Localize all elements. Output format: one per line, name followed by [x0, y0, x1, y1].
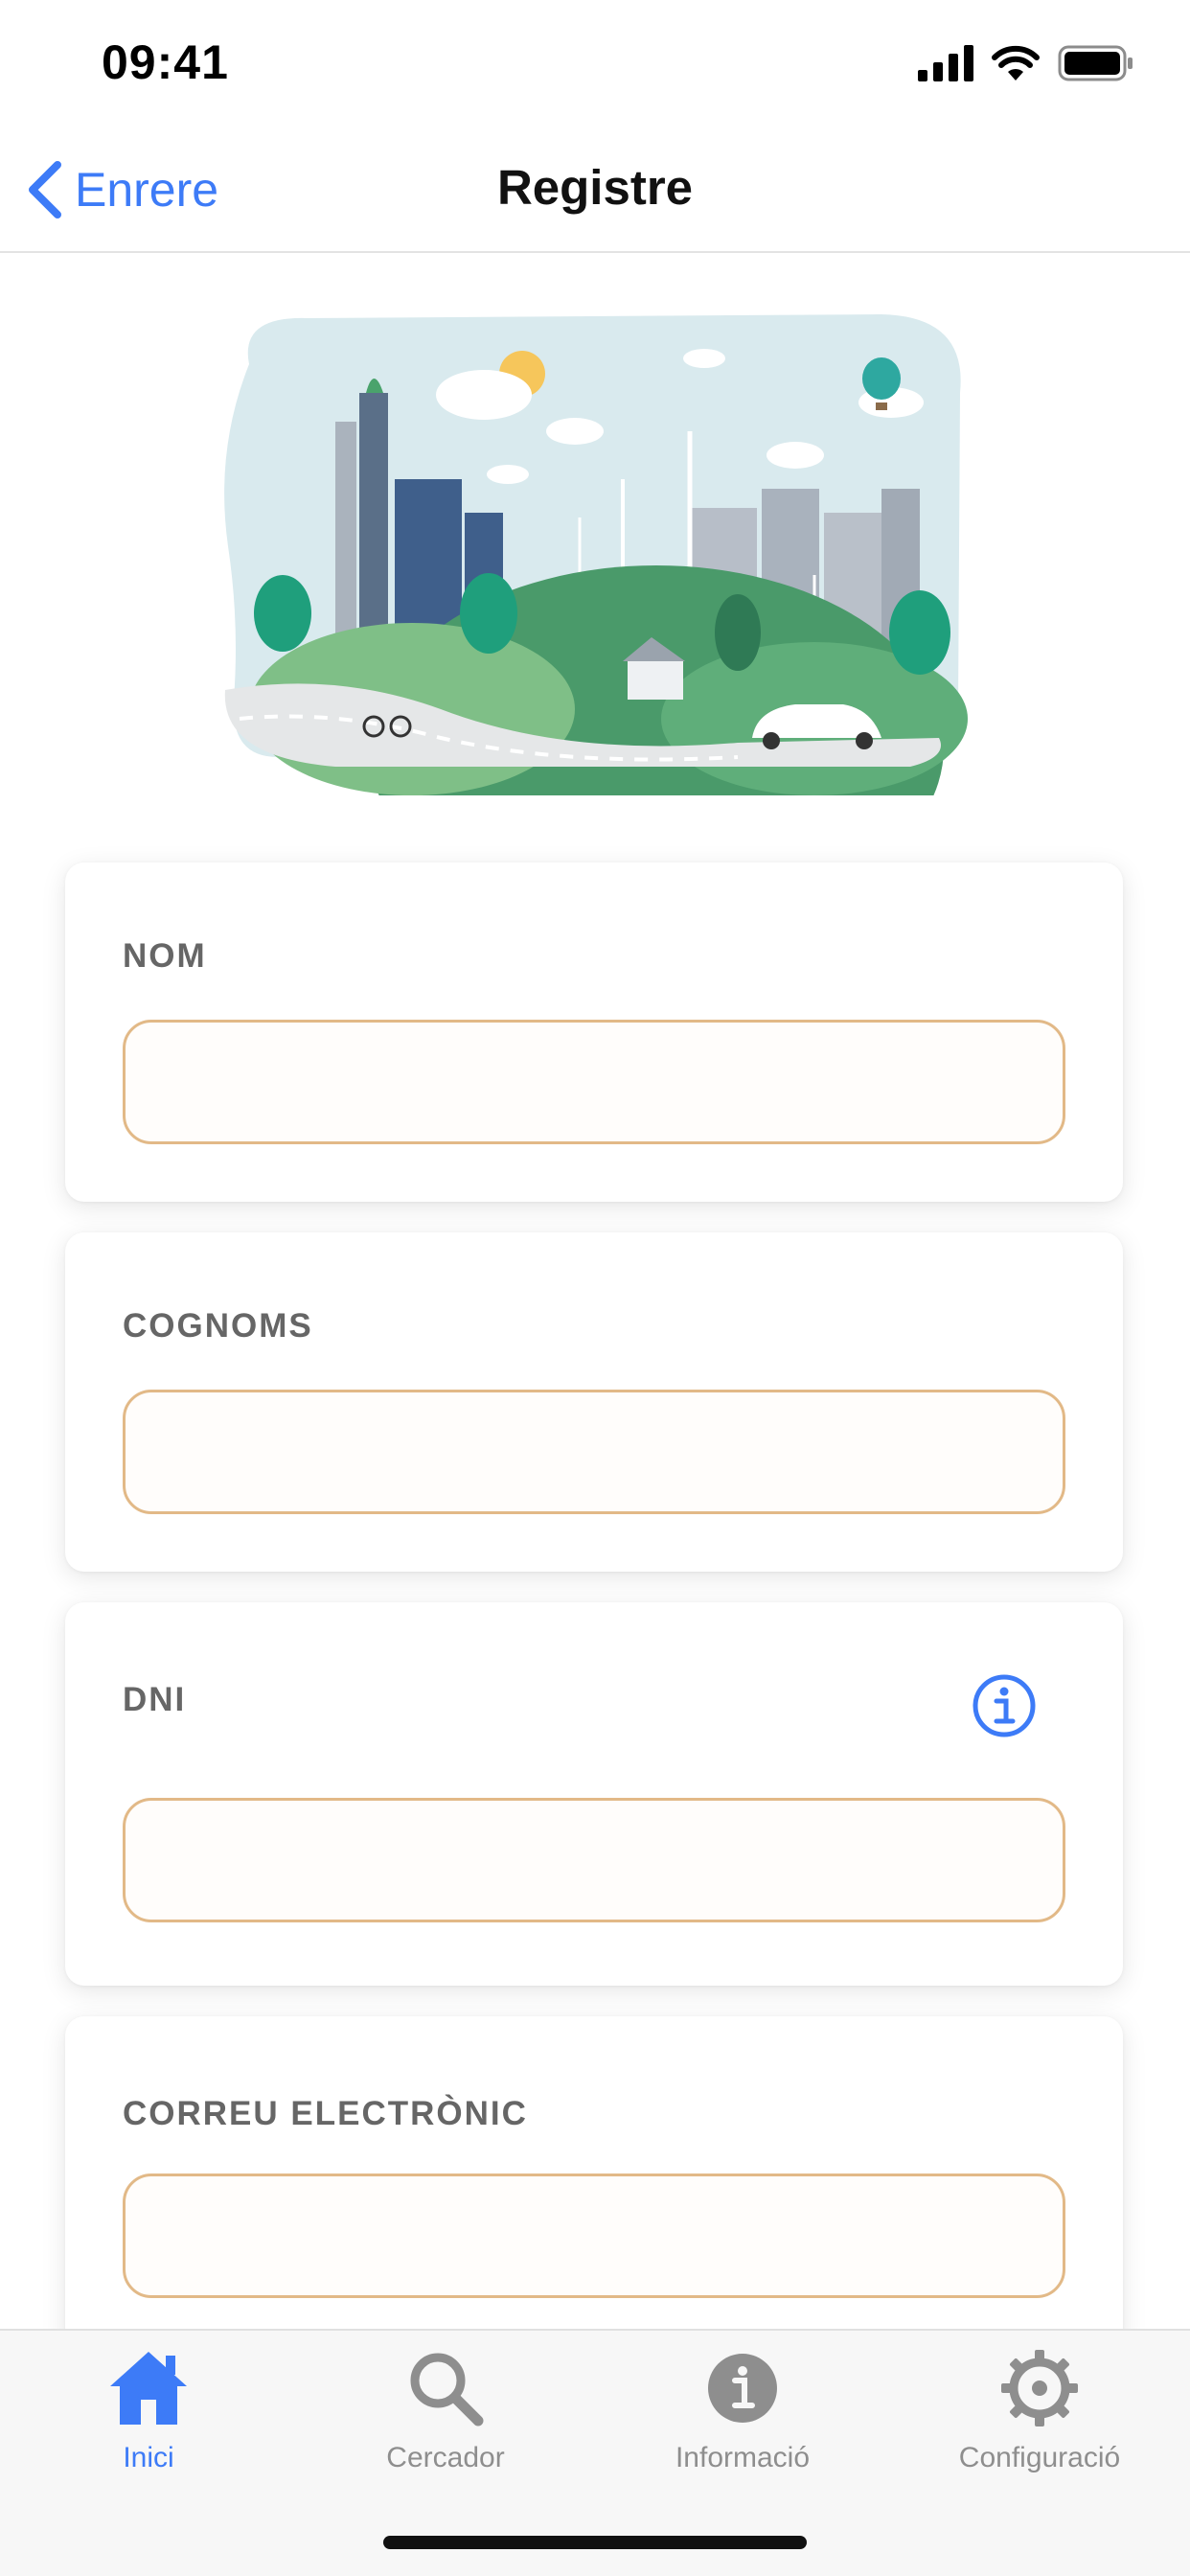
status-icons — [918, 44, 1134, 82]
email-input[interactable] — [123, 2174, 1065, 2298]
tab-info[interactable]: Informació — [594, 2344, 891, 2497]
dni-input[interactable] — [123, 1798, 1065, 1922]
info-icon[interactable] — [972, 1673, 1037, 1738]
page-title: Registre — [496, 160, 694, 215]
search-icon — [410, 2353, 484, 2426]
tab-info-label: Informació — [675, 2442, 811, 2473]
tab-home[interactable]: Inici — [0, 2344, 297, 2497]
wifi-icon — [992, 45, 1040, 80]
tab-search-label: Cercador — [386, 2442, 505, 2473]
home-indicator — [383, 2536, 807, 2549]
cellular-signal-icon — [918, 45, 973, 81]
battery-icon — [1058, 45, 1133, 81]
navigation-bar: Enrere Registre — [0, 126, 1190, 253]
surname-card: COGNOMS — [65, 1232, 1123, 1572]
tab-settings-label: Configuració — [958, 2442, 1121, 2473]
dni-card: DNI — [65, 1602, 1123, 1986]
dni-label: DNI — [123, 1681, 187, 1718]
email-card: CORREU ELECTRÒNIC — [65, 2016, 1123, 2329]
name-card: NOM — [65, 862, 1123, 1202]
name-label: NOM — [123, 937, 207, 975]
tab-home-label: Inici — [123, 2442, 174, 2473]
status-time: 09:41 — [102, 35, 229, 89]
gear-icon — [1001, 2350, 1078, 2426]
tab-settings[interactable]: Configuració — [891, 2344, 1188, 2497]
surname-label: COGNOMS — [123, 1307, 313, 1345]
info-circle-icon — [708, 2354, 777, 2423]
form-content: NOM COGNOMS DNI CORREU ELECTRÒNIC — [0, 253, 1190, 2329]
tab-search[interactable]: Cercador — [297, 2344, 594, 2497]
status-bar: 09:41 — [0, 0, 1190, 126]
email-label: CORREU ELECTRÒNIC — [123, 2095, 528, 2132]
name-input[interactable] — [123, 1020, 1065, 1144]
surname-input[interactable] — [123, 1390, 1065, 1514]
home-icon — [110, 2352, 187, 2425]
